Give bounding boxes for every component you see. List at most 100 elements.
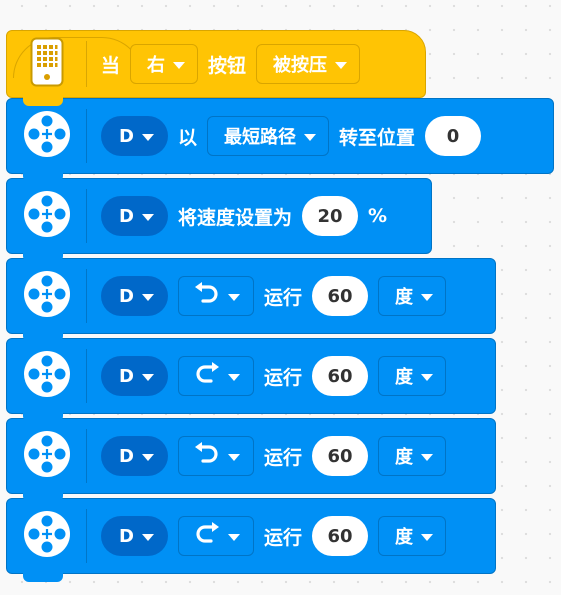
set-speed-block[interactable]: D 将速度设置为 20 % (6, 178, 432, 262)
chevron-down-icon (420, 373, 433, 381)
chevron-down-icon (141, 213, 154, 221)
motor-icon-zone (7, 339, 87, 413)
run-label: 运行 (263, 366, 302, 389)
chevron-down-icon (420, 293, 433, 301)
direction-dropdown[interactable] (177, 516, 254, 556)
block-content: D 以 最短路径 转至位置 0 (87, 116, 481, 156)
speed-input[interactable]: 20 (301, 196, 358, 236)
direction-dropdown[interactable] (177, 356, 254, 396)
chevron-down-icon (227, 533, 240, 541)
connector-tab (23, 172, 63, 182)
run-for-degrees-block[interactable]: D 运行 60 度 (6, 498, 496, 582)
chevron-down-icon (141, 373, 154, 381)
button-label: 按钮 (208, 54, 247, 77)
clockwise-icon (192, 361, 222, 392)
motor-icon-zone (7, 419, 87, 493)
block-content: D 运行 60 度 (87, 436, 446, 476)
run-label: 运行 (263, 526, 302, 549)
chevron-down-icon (335, 61, 348, 69)
chevron-down-icon (227, 453, 240, 461)
unit-value: 度 (394, 447, 413, 468)
clockwise-icon (192, 521, 222, 552)
chevron-down-icon (227, 373, 240, 381)
motor-icon-zone (7, 179, 87, 253)
port-value: D (119, 285, 134, 307)
run-label: 运行 (263, 286, 302, 309)
block-content: D 运行 60 度 (87, 516, 446, 556)
amount-input[interactable]: 60 (311, 436, 368, 476)
go-to-position-block[interactable]: D 以 最短路径 转至位置 0 (6, 98, 554, 182)
button-state-dropdown[interactable]: 被按压 (256, 44, 361, 84)
port-dropdown[interactable]: D (101, 196, 168, 236)
when-button-pressed-block[interactable]: 当 右 按钮 被按压 (6, 30, 426, 106)
button-state-value: 被按压 (273, 55, 328, 76)
chevron-down-icon (227, 293, 240, 301)
set-speed-label: 将速度设置为 (177, 206, 292, 229)
block-content: D 运行 60 度 (87, 356, 446, 396)
direction-dropdown[interactable] (177, 436, 254, 476)
motor-icon (22, 349, 72, 403)
unit-value: 度 (394, 527, 413, 548)
button-side-value: 右 (147, 55, 166, 76)
chevron-down-icon (141, 453, 154, 461)
connector-tab (23, 252, 63, 262)
unit-dropdown[interactable]: 度 (377, 516, 446, 556)
motor-icon (22, 429, 72, 483)
chevron-down-icon (141, 293, 154, 301)
port-dropdown[interactable]: D (101, 116, 168, 156)
motor-icon (22, 509, 72, 563)
percent-unit: % (367, 205, 388, 227)
connector-tab (23, 332, 63, 342)
counterclockwise-icon (192, 281, 222, 312)
unit-dropdown[interactable]: 度 (377, 276, 446, 316)
hat-content: 当 右 按钮 被按压 (87, 44, 361, 84)
amount-input[interactable]: 60 (311, 516, 368, 556)
motor-icon-zone (7, 499, 87, 573)
chevron-down-icon (141, 533, 154, 541)
port-value: D (119, 125, 134, 147)
hub-icon (30, 37, 64, 91)
block-content: D 运行 60 度 (87, 276, 446, 316)
motor-icon (22, 189, 72, 243)
port-dropdown[interactable]: D (101, 356, 168, 396)
direction-dropdown[interactable] (177, 276, 254, 316)
with-label: 以 (177, 126, 197, 149)
port-value: D (119, 445, 134, 467)
run-for-degrees-block[interactable]: D 运行 60 度 (6, 338, 496, 422)
run-for-degrees-block[interactable]: D 运行 60 度 (6, 418, 496, 502)
connector-tab (23, 572, 63, 582)
path-mode-value: 最短路径 (223, 127, 296, 148)
port-dropdown[interactable]: D (101, 276, 168, 316)
amount-input[interactable]: 60 (311, 276, 368, 316)
chevron-down-icon (420, 453, 433, 461)
unit-value: 度 (394, 367, 413, 388)
motor-icon (22, 109, 72, 163)
when-label: 当 (101, 54, 121, 77)
motor-icon (22, 269, 72, 323)
port-value: D (119, 525, 134, 547)
unit-dropdown[interactable]: 度 (377, 436, 446, 476)
port-dropdown[interactable]: D (101, 436, 168, 476)
button-side-dropdown[interactable]: 右 (130, 44, 199, 84)
run-label: 运行 (263, 446, 302, 469)
port-dropdown[interactable]: D (101, 516, 168, 556)
amount-input[interactable]: 60 (311, 356, 368, 396)
motor-icon-zone (7, 99, 87, 173)
chevron-down-icon (141, 133, 154, 141)
motor-icon-zone (7, 259, 87, 333)
run-for-degrees-block[interactable]: D 运行 60 度 (6, 258, 496, 342)
position-input[interactable]: 0 (424, 116, 481, 156)
connector-tab (23, 412, 63, 422)
block-content: D 将速度设置为 20 % (87, 196, 387, 236)
connector-tab (23, 96, 63, 106)
unit-dropdown[interactable]: 度 (377, 356, 446, 396)
path-mode-dropdown[interactable]: 最短路径 (206, 116, 329, 156)
connector-tab (23, 492, 63, 502)
counterclockwise-icon (192, 441, 222, 472)
hat-icon-zone (7, 31, 87, 97)
port-value: D (119, 205, 134, 227)
unit-value: 度 (394, 287, 413, 308)
chevron-down-icon (173, 61, 186, 69)
chevron-down-icon (420, 533, 433, 541)
rotate-to-position-label: 转至位置 (338, 126, 415, 149)
